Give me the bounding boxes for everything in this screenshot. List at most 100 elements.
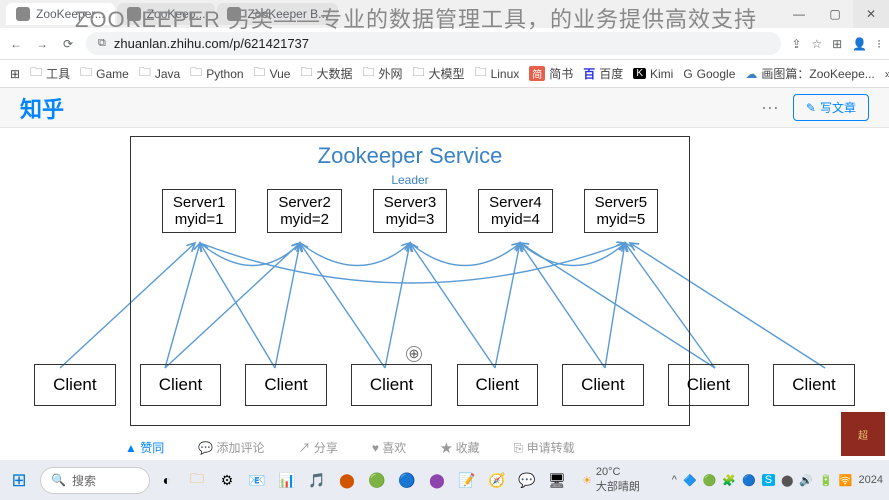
- pencil-icon: ✎: [806, 101, 816, 115]
- article-actions: ▲ 赞同 💬 添加评论 ↗ 分享 ♥ 喜欢 ★ 收藏 ⎘ 申请转载: [125, 439, 575, 456]
- tab-3[interactable]: ZooKeeper B...: [217, 3, 338, 25]
- bookmark-vpn[interactable]: 🗀外网: [363, 63, 403, 84]
- tab-strip: ZooKeeper... ZooKeep... ZooKeeper B...: [0, 3, 338, 25]
- server-2: Server2myid=2: [267, 189, 342, 233]
- kimi-icon: K: [633, 68, 646, 79]
- cloud-icon: ☁: [745, 67, 757, 81]
- extensions-icon[interactable]: ⊞: [832, 37, 842, 51]
- explorer-icon[interactable]: 🗀: [184, 467, 210, 493]
- back-button[interactable]: ←: [8, 37, 24, 51]
- settings-icon[interactable]: ⚙: [214, 467, 240, 493]
- folder-icon: 🗀: [254, 63, 266, 84]
- bookmark-vue[interactable]: 🗀Vue: [254, 63, 291, 84]
- watermark-seal: 超: [841, 412, 885, 456]
- zoom-icon[interactable]: ⊕: [406, 346, 422, 362]
- wechat-icon[interactable]: 💬: [514, 467, 540, 493]
- app-icon[interactable]: ⬤: [424, 467, 450, 493]
- site-info-icon[interactable]: ⧉: [98, 37, 106, 50]
- mail-icon[interactable]: 📧: [244, 467, 270, 493]
- client-box: Client: [245, 364, 326, 406]
- app-icon[interactable]: ⬤: [334, 467, 360, 493]
- skype-icon[interactable]: S: [762, 474, 775, 486]
- comment-button[interactable]: 💬 添加评论: [198, 439, 264, 456]
- tab-1[interactable]: ZooKeeper...: [6, 3, 115, 25]
- bookmark-java[interactable]: 🗀Java: [139, 63, 180, 84]
- chrome-icon[interactable]: 🧭: [484, 467, 510, 493]
- app-icon[interactable]: 🔵: [394, 467, 420, 493]
- menu-icon[interactable]: ⁝: [877, 37, 881, 51]
- zhihu-logo[interactable]: 知乎: [20, 92, 64, 124]
- client-box: Client: [34, 364, 115, 406]
- minimize-button[interactable]: —: [781, 0, 817, 28]
- tray-overflow[interactable]: ^: [672, 474, 677, 486]
- folder-icon: 🗀: [80, 63, 92, 84]
- bookmark-google[interactable]: GGoogle: [683, 67, 735, 81]
- bookmark-star-icon[interactable]: ☆: [811, 37, 822, 51]
- app-icon[interactable]: 📊: [274, 467, 300, 493]
- bookmark-python[interactable]: 🗀Python: [190, 63, 243, 84]
- bookmark-game[interactable]: 🗀Game: [80, 63, 129, 84]
- tray-icon[interactable]: ⬤: [781, 474, 793, 487]
- bookmark-llm[interactable]: 🗀大模型: [413, 63, 465, 84]
- weather-widget[interactable]: ☀ 20°C大部晴朗: [582, 466, 640, 494]
- google-icon: G: [683, 67, 692, 81]
- write-article-button[interactable]: ✎ 写文章: [793, 94, 869, 121]
- forward-button[interactable]: →: [34, 37, 50, 51]
- share-button[interactable]: ↗ 分享: [299, 439, 338, 456]
- client-box: Client: [140, 364, 221, 406]
- bookmark-zookeeper[interactable]: ☁画图篇：ZooKeepe...: [745, 65, 874, 82]
- close-button[interactable]: ✕: [853, 0, 889, 28]
- network-icon[interactable]: 🛜: [839, 474, 853, 487]
- apps-icon: ⊞: [10, 67, 20, 81]
- jianshu-icon: 简: [529, 66, 545, 81]
- tray-icon[interactable]: 🔵: [742, 474, 756, 487]
- taskbar-search[interactable]: 🔍 搜索: [40, 467, 150, 494]
- folder-icon: 🗀: [190, 63, 202, 84]
- bookmark-bigdata[interactable]: 🗀大数据: [300, 63, 352, 84]
- windows-taskbar: ⊞ 🔍 搜索 ◐ 🗀 ⚙ 📧 📊 🎵 ⬤ 🟢 🔵 ⬤ 📝 🧭 💬 🖥 ☀ 20°…: [0, 460, 889, 500]
- reload-button[interactable]: ⟳: [60, 37, 76, 51]
- client-box: Client: [773, 364, 854, 406]
- tray-icon[interactable]: 🟢: [703, 474, 717, 487]
- folder-icon: 🗀: [139, 63, 151, 84]
- volume-icon[interactable]: 🔊: [799, 474, 813, 487]
- tray-icon[interactable]: 🔷: [683, 474, 697, 487]
- bookmarks-bar: ⊞ 🗀工具 🗀Game 🗀Java 🗀Python 🗀Vue 🗀大数据 🗀外网 …: [0, 60, 889, 88]
- repost-button[interactable]: ⎘ 申请转载: [514, 439, 575, 456]
- taskview-icon[interactable]: ◐: [154, 467, 180, 493]
- more-menu[interactable]: ···: [761, 97, 779, 118]
- app-icon[interactable]: 🖥: [544, 467, 570, 493]
- bookmark-baidu[interactable]: 百百度: [583, 65, 623, 82]
- bookmark-tools[interactable]: 🗀工具: [30, 63, 70, 84]
- server-3: Server3myid=3: [373, 189, 448, 233]
- folder-icon: 🗀: [30, 63, 42, 84]
- like-button[interactable]: ♥ 喜欢: [372, 439, 406, 456]
- tab-label: ZooKeeper B...: [247, 7, 328, 21]
- collect-button[interactable]: ★ 收藏: [440, 439, 479, 456]
- bookmark-kimi[interactable]: KKimi: [633, 67, 673, 81]
- app-icon[interactable]: 🟢: [364, 467, 390, 493]
- start-button[interactable]: ⊞: [6, 467, 32, 493]
- bookmark-linux[interactable]: 🗀Linux: [475, 63, 520, 84]
- share-icon[interactable]: ⇪: [791, 37, 801, 51]
- url-text: zhuanlan.zhihu.com/p/621421737: [114, 36, 309, 51]
- profile-avatar-icon[interactable]: 👤: [852, 37, 867, 51]
- maximize-button[interactable]: ▢: [817, 0, 853, 28]
- server-5: Server5myid=5: [584, 189, 659, 233]
- url-input[interactable]: ⧉ zhuanlan.zhihu.com/p/621421737: [86, 32, 781, 55]
- folder-icon: 🗀: [300, 63, 312, 84]
- upvote-button[interactable]: ▲ 赞同: [125, 439, 164, 456]
- tab-label: ZooKeeper...: [36, 7, 105, 21]
- clock[interactable]: 2024: [859, 474, 883, 486]
- battery-icon[interactable]: 🔋: [819, 474, 833, 487]
- app-icon[interactable]: 🎵: [304, 467, 330, 493]
- address-bar: ← → ⟳ ⧉ zhuanlan.zhihu.com/p/621421737 ⇪…: [0, 28, 889, 60]
- apps-shortcut[interactable]: ⊞: [10, 67, 20, 81]
- bookmark-jianshu[interactable]: 简简书: [529, 65, 573, 82]
- tray-icon[interactable]: 🧩: [722, 474, 736, 487]
- bookmarks-overflow[interactable]: »: [885, 67, 889, 81]
- tab-2[interactable]: ZooKeep...: [117, 3, 216, 25]
- browser-titlebar: ZooKeeper... ZooKeep... ZooKeeper B... —…: [0, 0, 889, 28]
- app-icon[interactable]: 📝: [454, 467, 480, 493]
- system-tray: ^ 🔷 🟢 🧩 🔵 S ⬤ 🔊 🔋 🛜 2024: [672, 474, 883, 487]
